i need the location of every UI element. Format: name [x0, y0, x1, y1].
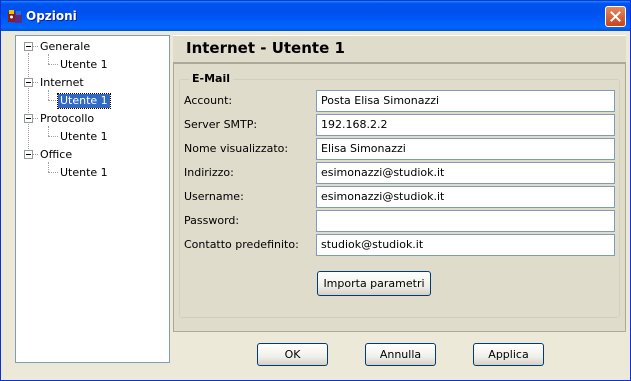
cancel-button[interactable]: Annulla [365, 343, 436, 366]
password-label: Password: [184, 214, 240, 227]
tree-connector [48, 90, 49, 100]
app-icon [7, 8, 23, 24]
tree-connector [48, 162, 49, 172]
title-bar[interactable]: Opzioni [1, 1, 630, 31]
apply-button[interactable]: Applica [473, 343, 544, 366]
panel-title: Internet - Utente 1 [186, 39, 345, 57]
tree-connector [33, 46, 38, 47]
panel-header: Internet - Utente 1 [173, 35, 626, 63]
tree-connector [48, 126, 49, 136]
ok-button[interactable]: OK [257, 343, 328, 366]
password-field[interactable] [316, 210, 615, 232]
tree-connector [48, 172, 58, 173]
tree-item-generale[interactable]: Generale [40, 40, 90, 54]
group-title: E-Mail [189, 72, 233, 85]
collapse-icon[interactable] [24, 42, 33, 51]
options-tree[interactable]: Generale Utente 1 Internet Utente 1 Prot… [15, 35, 170, 363]
smtp-server-label: Server SMTP: [184, 118, 258, 131]
tree-connector [33, 118, 38, 119]
tree-connector [33, 154, 38, 155]
tree-connector [28, 53, 29, 157]
username-label: Username: [184, 190, 244, 203]
tree-item-office-utente[interactable]: Utente 1 [60, 166, 108, 180]
import-parameters-button[interactable]: Importa parametri [317, 271, 431, 296]
tree-item-office[interactable]: Office [40, 148, 72, 162]
username-field[interactable]: esimonazzi@studiok.it [316, 186, 615, 208]
tree-item-internet[interactable]: Internet [40, 76, 84, 90]
address-field[interactable]: esimonazzi@studiok.it [316, 162, 615, 184]
options-dialog: Opzioni Generale Utente 1 Internet Utent… [0, 0, 631, 381]
display-name-label: Nome visualizzato: [184, 142, 289, 155]
tree-item-protocollo[interactable]: Protocollo [40, 112, 94, 126]
smtp-server-field[interactable]: 192.168.2.2 [316, 114, 615, 136]
window-title: Opzioni [26, 9, 77, 23]
close-button[interactable] [605, 6, 626, 27]
account-label: Account: [184, 94, 233, 107]
tree-connector [48, 54, 49, 64]
collapse-icon[interactable] [24, 78, 33, 87]
tree-connector [33, 82, 38, 83]
tree-connector [48, 100, 58, 101]
tree-connector [48, 64, 58, 65]
collapse-icon[interactable] [24, 150, 33, 159]
collapse-icon[interactable] [24, 114, 33, 123]
default-contact-field[interactable]: studiok@studiok.it [316, 234, 615, 256]
tree-item-protocollo-utente[interactable]: Utente 1 [60, 130, 108, 144]
account-field[interactable]: Posta Elisa Simonazzi [316, 90, 615, 112]
address-label: Indirizzo: [184, 166, 234, 179]
default-contact-label: Contatto predefinito: [184, 238, 299, 251]
display-name-field[interactable]: Elisa Simonazzi [316, 138, 615, 160]
close-icon [610, 11, 621, 22]
tree-connector [48, 136, 58, 137]
tree-item-generale-utente[interactable]: Utente 1 [60, 58, 108, 72]
tree-item-internet-utente[interactable]: Utente 1 [57, 93, 111, 109]
